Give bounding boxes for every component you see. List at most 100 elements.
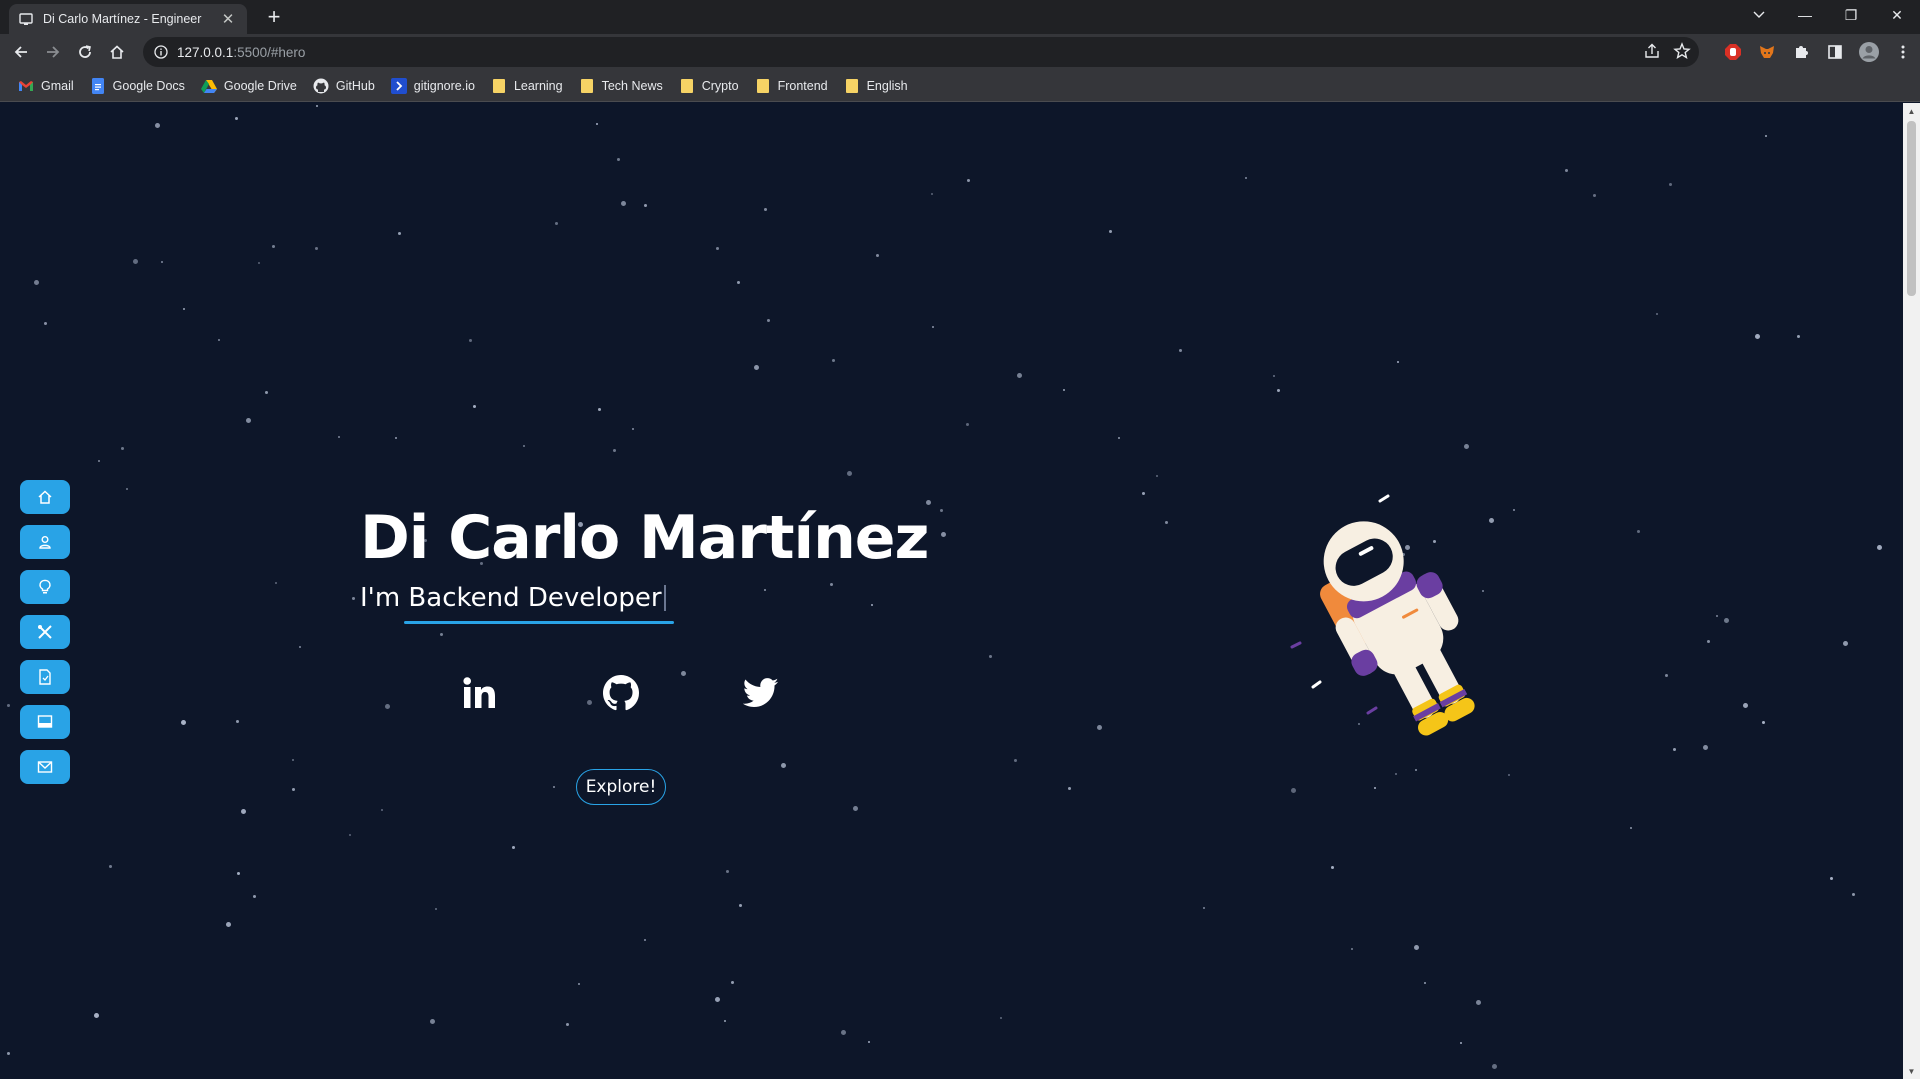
star: [1665, 674, 1668, 677]
linkedin-icon: [463, 677, 495, 708]
chrome-menu-icon[interactable]: [1890, 39, 1916, 65]
star: [1852, 893, 1855, 896]
star: [932, 326, 934, 328]
forward-button[interactable]: [40, 39, 66, 65]
star: [7, 704, 10, 707]
close-window-button[interactable]: ✕: [1874, 0, 1920, 30]
bookmark-star-icon[interactable]: [1673, 42, 1691, 65]
star: [731, 981, 734, 984]
scroll-thumb[interactable]: [1907, 121, 1916, 296]
side-panel-icon[interactable]: [1822, 39, 1848, 65]
star: [847, 471, 852, 476]
star: [315, 247, 318, 250]
nav-services-button[interactable]: [20, 615, 70, 649]
page-scrollbar[interactable]: ▲ ▼: [1903, 103, 1920, 1079]
gitignore-icon: [390, 77, 407, 94]
metamask-extension-icon[interactable]: [1754, 39, 1780, 65]
mail-icon: [37, 761, 53, 773]
star: [1565, 169, 1568, 172]
star: [258, 262, 260, 264]
home-icon: [110, 45, 124, 59]
scroll-up-arrow-icon[interactable]: ▲: [1907, 106, 1916, 116]
star: [941, 532, 946, 537]
restore-button[interactable]: ❐: [1828, 0, 1874, 30]
star: [1017, 373, 1022, 378]
bookmark-label: Learning: [513, 78, 563, 93]
star: [841, 1030, 846, 1035]
scroll-down-arrow-icon[interactable]: ▼: [1907, 1066, 1916, 1076]
star: [726, 870, 729, 873]
bookmark-label: Gmail: [41, 78, 74, 93]
star: [598, 408, 601, 411]
bookmark-github[interactable]: GitHub: [307, 73, 381, 99]
star: [469, 339, 472, 342]
star: [1843, 641, 1848, 646]
star: [94, 1013, 99, 1018]
tab-search-icon[interactable]: [1736, 0, 1782, 30]
star: [1830, 877, 1833, 880]
star: [967, 179, 970, 182]
star: [1716, 615, 1718, 617]
typing-caret: [663, 585, 666, 611]
share-icon[interactable]: [1643, 42, 1661, 65]
star: [1179, 349, 1182, 352]
browser-tab[interactable]: Di Carlo Martínez - Engineer ✕: [9, 4, 247, 34]
url-host: 127.0.0.1: [177, 44, 234, 60]
star: [316, 105, 318, 107]
github-link[interactable]: [596, 668, 646, 718]
folder-icon: [679, 78, 695, 94]
star: [381, 809, 383, 811]
twitter-icon: [743, 678, 779, 707]
address-bar[interactable]: 127.0.0.1:5500/#hero: [143, 37, 1699, 67]
side-navigation: [20, 480, 70, 784]
new-tab-button[interactable]: +: [260, 4, 288, 30]
nav-skills-button[interactable]: [20, 570, 70, 604]
bookmark-folder-crypto[interactable]: Crypto: [673, 73, 745, 99]
star: [1593, 194, 1596, 197]
extensions-puzzle-icon[interactable]: [1788, 39, 1814, 65]
bookmark-google-drive[interactable]: Google Drive: [195, 73, 303, 99]
reload-icon: [79, 45, 91, 58]
bookmark-folder-frontend[interactable]: Frontend: [749, 73, 834, 99]
twitter-link[interactable]: [736, 668, 786, 718]
star: [1673, 748, 1676, 751]
star: [44, 322, 47, 325]
star: [1142, 492, 1145, 495]
star: [716, 247, 719, 250]
explore-button[interactable]: Explore!: [576, 769, 666, 805]
bookmark-folder-learning[interactable]: Learning: [485, 73, 569, 99]
nav-resume-button[interactable]: [20, 660, 70, 694]
star: [1797, 335, 1800, 338]
bookmark-folder-tech-news[interactable]: Tech News: [573, 73, 669, 99]
adblock-extension-icon[interactable]: [1720, 39, 1746, 65]
user-icon: [39, 536, 51, 549]
home-button[interactable]: [104, 39, 130, 65]
nav-about-button[interactable]: [20, 525, 70, 559]
bookmark-folder-english[interactable]: English: [838, 73, 914, 99]
minimize-button[interactable]: —: [1782, 0, 1828, 30]
profile-avatar-icon[interactable]: [1856, 39, 1882, 65]
star: [832, 359, 835, 362]
bookmark-google-docs[interactable]: Google Docs: [84, 73, 191, 99]
star: [1395, 773, 1397, 775]
nav-home-button[interactable]: [20, 480, 70, 514]
reload-button[interactable]: [72, 39, 98, 65]
star: [1000, 1017, 1002, 1019]
star: [764, 589, 766, 591]
bookmarks-bar: Gmail Google Docs Google Drive GitHub gi…: [0, 70, 1920, 102]
nav-portfolio-button[interactable]: [20, 705, 70, 739]
site-info-icon[interactable]: [153, 44, 169, 60]
star: [715, 997, 720, 1002]
star: [966, 423, 969, 426]
back-button[interactable]: [8, 39, 34, 65]
tab-close-icon[interactable]: ✕: [219, 10, 237, 28]
star: [435, 908, 437, 910]
star: [1245, 177, 1247, 179]
star: [644, 939, 646, 941]
bookmark-gitignore[interactable]: gitignore.io: [385, 73, 481, 99]
bookmark-gmail[interactable]: Gmail: [12, 73, 80, 99]
linkedin-link[interactable]: [455, 668, 505, 718]
star: [853, 806, 858, 811]
nav-contact-button[interactable]: [20, 750, 70, 784]
bookmark-label: Google Docs: [112, 78, 185, 93]
